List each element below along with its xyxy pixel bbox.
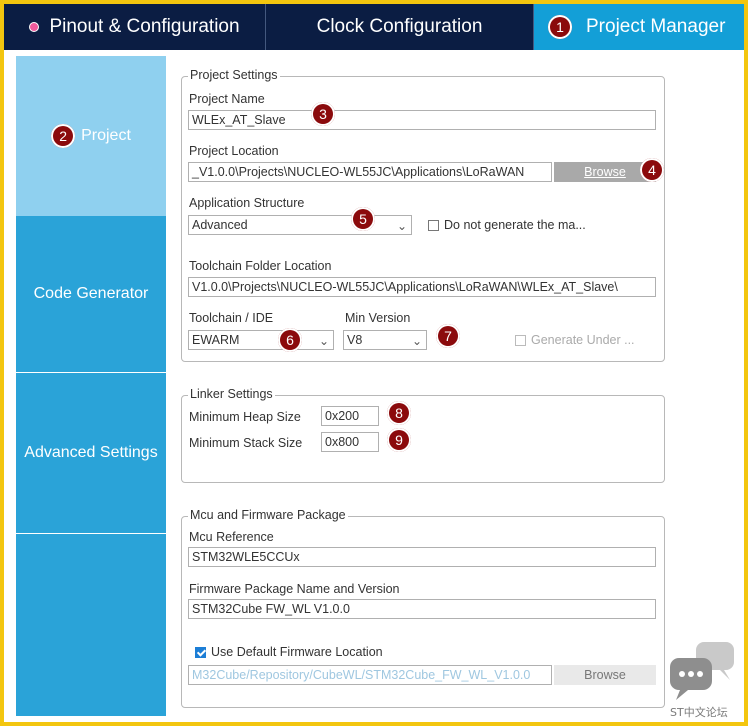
project-name-label: Project Name bbox=[189, 92, 265, 106]
firmware-package-label: Firmware Package Name and Version bbox=[189, 582, 400, 596]
mcu-reference-input[interactable]: STM32WLE5CCUx bbox=[188, 547, 656, 567]
group-legend: Mcu and Firmware Package bbox=[188, 508, 348, 522]
application-structure-label: Application Structure bbox=[189, 196, 305, 210]
select-value: V8 bbox=[347, 333, 363, 347]
sidebar-item-code-generator[interactable]: Code Generator bbox=[16, 216, 166, 372]
step-badge: 9 bbox=[387, 428, 411, 452]
checkbox-label: Generate Under ... bbox=[531, 333, 635, 347]
firmware-package-input[interactable]: STM32Cube FW_WL V1.0.0 bbox=[188, 599, 656, 619]
group-legend: Project Settings bbox=[188, 68, 280, 82]
watermark-text: ST中文论坛 bbox=[670, 706, 728, 719]
step-badge: 3 bbox=[311, 102, 335, 126]
project-location-input[interactable]: _V1.0.0\Projects\NUCLEO-WL55JC\Applicati… bbox=[188, 162, 552, 182]
step-badge: 6 bbox=[278, 328, 302, 352]
step-badge: 4 bbox=[640, 158, 664, 182]
min-version-label: Min Version bbox=[345, 311, 411, 325]
chevron-down-icon: ⌄ bbox=[396, 219, 407, 233]
chevron-down-icon: ⌄ bbox=[318, 334, 329, 348]
checkbox-label: Use Default Firmware Location bbox=[211, 645, 383, 659]
group-legend: Linker Settings bbox=[188, 387, 275, 401]
sidebar-item-label: Advanced Settings bbox=[24, 444, 158, 461]
sidebar-item-advanced-settings[interactable]: Advanced Settings bbox=[16, 373, 166, 533]
use-default-firmware-checkbox[interactable]: Use Default Firmware Location bbox=[195, 645, 383, 659]
button-label: Browse bbox=[584, 165, 626, 179]
toolchain-folder-label: Toolchain Folder Location bbox=[189, 259, 332, 273]
button-label: Browse bbox=[584, 668, 626, 682]
select-value: Advanced bbox=[192, 218, 248, 232]
sidebar-item-label: Project bbox=[81, 127, 131, 144]
toolchain-ide-select[interactable]: EWARM ⌄ bbox=[188, 330, 334, 350]
chat-bubble-icon bbox=[670, 642, 734, 700]
step-badge: 5 bbox=[351, 207, 375, 231]
chevron-down-icon: ⌄ bbox=[411, 334, 422, 348]
mcu-reference-label: Mcu Reference bbox=[189, 530, 274, 544]
checkbox-label: Do not generate the ma... bbox=[444, 218, 586, 232]
toolchain-ide-label: Toolchain / IDE bbox=[189, 311, 274, 325]
tab-project-manager[interactable]: 1 Project Manager bbox=[534, 4, 744, 50]
generate-under-checkbox[interactable]: Generate Under ... bbox=[515, 333, 635, 347]
sidebar: 2 Project Code Generator Advanced Settin… bbox=[16, 56, 166, 716]
toolchain-folder-input[interactable]: V1.0.0\Projects\NUCLEO-WL55JC\Applicatio… bbox=[188, 277, 656, 297]
status-dot-icon bbox=[29, 22, 40, 32]
min-stack-size-label: Minimum Stack Size bbox=[189, 436, 303, 450]
do-not-generate-checkbox[interactable]: Do not generate the ma... bbox=[428, 218, 586, 232]
step-badge: 1 bbox=[548, 15, 572, 39]
tab-label: Pinout & Configuration bbox=[49, 16, 240, 37]
firmware-location-browse-button[interactable]: Browse bbox=[554, 665, 656, 685]
select-value: EWARM bbox=[192, 333, 240, 347]
firmware-location-input[interactable]: M32Cube/Repository/CubeWL/STM32Cube_FW_W… bbox=[188, 665, 552, 685]
tab-label: Clock Configuration bbox=[316, 16, 483, 37]
divider bbox=[16, 533, 166, 534]
tab-label: Project Manager bbox=[586, 16, 726, 37]
tab-pinout-configuration[interactable]: Pinout & Configuration bbox=[4, 4, 266, 50]
min-version-select[interactable]: V8 ⌄ bbox=[343, 330, 427, 350]
min-stack-size-input[interactable]: 0x800 bbox=[321, 432, 379, 452]
project-location-label: Project Location bbox=[189, 144, 279, 158]
project-name-input[interactable]: WLEx_AT_Slave bbox=[188, 110, 656, 130]
sidebar-item-label: Code Generator bbox=[33, 285, 149, 302]
min-heap-size-label: Minimum Heap Size bbox=[189, 410, 301, 424]
top-tab-bar: Pinout & Configuration Clock Configurati… bbox=[4, 4, 744, 50]
step-badge: 2 bbox=[51, 124, 76, 148]
watermark: ST中文论坛 bbox=[668, 640, 738, 724]
checkbox-icon bbox=[515, 335, 526, 347]
checkbox-checked-icon bbox=[195, 647, 206, 659]
sidebar-item-project[interactable]: 2 Project bbox=[16, 56, 166, 216]
application-structure-select[interactable]: Advanced ⌄ bbox=[188, 215, 412, 235]
tab-clock-configuration[interactable]: Clock Configuration bbox=[266, 4, 534, 50]
step-badge: 7 bbox=[436, 324, 460, 348]
min-heap-size-input[interactable]: 0x200 bbox=[321, 406, 379, 426]
checkbox-icon bbox=[428, 220, 439, 232]
step-badge: 8 bbox=[387, 401, 411, 425]
